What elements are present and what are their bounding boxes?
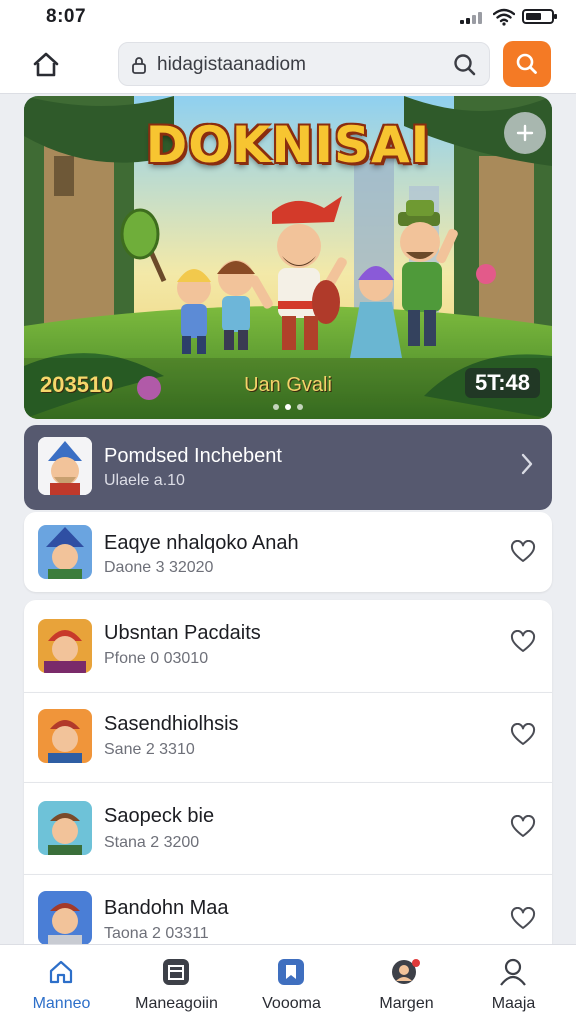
carousel-dot[interactable] [273,404,279,410]
grid-icon [163,959,189,985]
search-icon [516,53,537,74]
search-icon[interactable] [453,53,477,77]
app-thumbnail [38,709,92,763]
address-bar[interactable] [118,42,490,86]
app-name: Bandohn Maa [104,897,229,919]
heart-icon[interactable] [510,907,536,931]
nav-label: Maaja [491,995,536,1012]
bottom-navigation: Manneo Maneagoiin Voooma Margen Maaja [0,944,576,1024]
featured-app-row[interactable]: Pomdsed Inchebent Ulaele a.10 [24,425,552,510]
nav-label: Margen [379,995,434,1012]
nav-label: Voooma [262,995,321,1012]
app-thumbnail [38,525,92,579]
nav-label: Maneagoiin [135,995,218,1012]
app-name: Sasendhiolhsis [104,713,239,735]
list-item[interactable]: Eaqye nhalqoko Anah Daone 3 32020 [24,512,552,592]
signal-icon [460,12,486,24]
nav-tab-home[interactable]: Manneo [4,945,119,1024]
app-sub: Pfone 0 03010 [104,650,209,667]
featured-app-sub: Ulaele a.10 [104,472,185,489]
app-name: Ubsntan Pacdaits [104,622,261,644]
nav-tab-manage[interactable]: Maneagoiin [119,945,234,1024]
nav-tab-profile[interactable]: Maaja [456,945,571,1024]
app-sub: Taona 2 03311 [104,925,209,942]
home-icon [33,52,59,77]
carousel-dot[interactable] [285,404,291,410]
featured-app-name: Pomdsed Inchebent [104,445,282,467]
lock-icon [132,57,146,74]
home-button[interactable] [26,45,66,85]
home-icon [49,960,73,984]
bookmark-icon [278,959,304,985]
address-input[interactable] [157,52,437,78]
app-name: Saopeck bie [104,805,215,827]
app-sub: Stana 2 3200 [104,834,200,851]
app-sub: Daone 3 32020 [104,559,214,576]
carousel-dots[interactable] [24,404,552,410]
app-sub: Sane 2 3310 [104,741,195,758]
status-bar: 8:07 [0,0,576,36]
heart-icon[interactable] [510,540,536,564]
status-time: 8:07 [46,6,87,27]
list-item[interactable]: Saopeck bie Stana 2 3200 [24,782,552,874]
list-item[interactable]: Bandohn Maa Taona 2 03311 [24,874,552,945]
app-thumbnail [38,891,92,945]
heart-icon[interactable] [510,815,536,839]
chat-icon [392,959,420,984]
app-name: Eaqye nhalqoko Anah [104,532,299,554]
nav-tab-library[interactable]: Voooma [234,945,349,1024]
search-button[interactable] [503,41,551,87]
heart-icon[interactable] [510,723,536,747]
banner-title: DOKNISAI [145,116,431,174]
profile-icon [500,958,526,986]
list-item[interactable]: Ubsntan Pacdaits Pfone 0 03010 [24,600,552,692]
wifi-icon [493,8,515,26]
banner-caption-right: 5T:48 [464,368,540,398]
chevron-right-icon [521,453,533,475]
list-item[interactable]: Sasendhiolhsis Sane 2 3310 [24,692,552,782]
add-button[interactable] [504,112,546,154]
battery-icon [522,9,557,24]
nav-label: Manneo [32,995,91,1012]
app-thumbnail [38,801,92,855]
browser-top-bar [0,36,576,94]
carousel-dot[interactable] [297,404,303,410]
app-thumbnail [38,619,92,673]
plus-icon [516,124,534,142]
app-thumbnail [38,437,92,495]
nav-tab-messages[interactable]: Margen [349,945,464,1024]
heart-icon[interactable] [510,630,536,654]
featured-banner[interactable]: DOKNISAI 203510 Uan Gvali 5T:48 [24,96,552,419]
